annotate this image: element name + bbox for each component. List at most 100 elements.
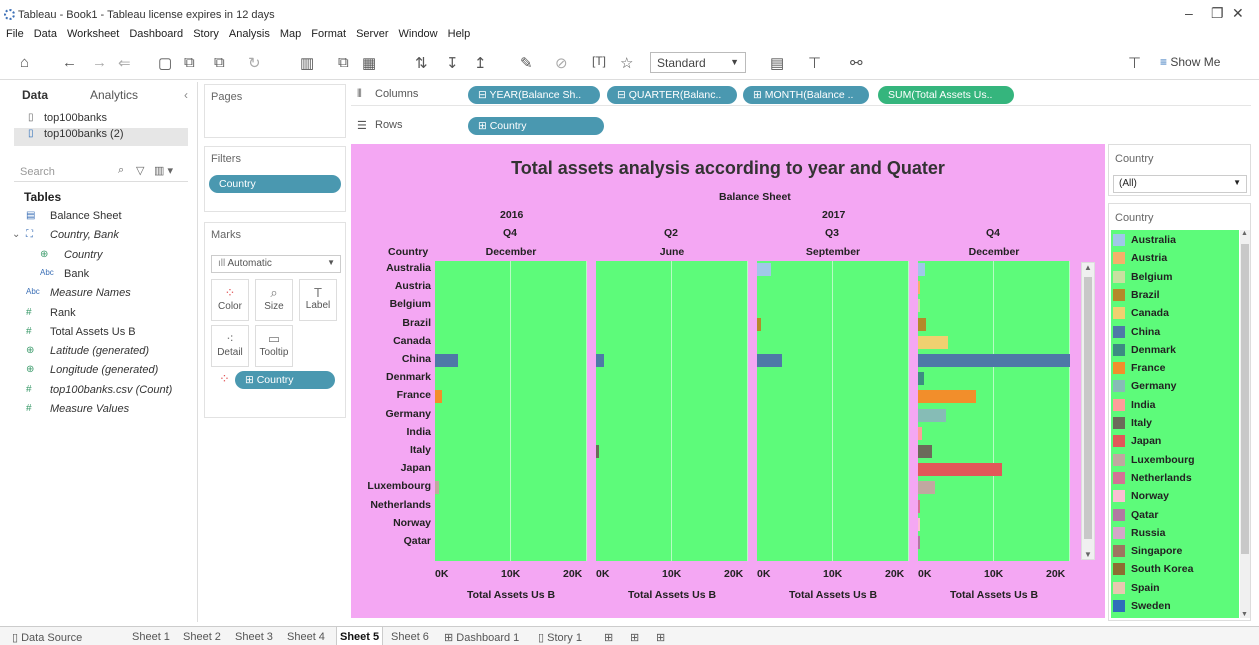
filters-shelf[interactable]: Filters Country	[204, 146, 346, 212]
bar-mark[interactable]	[918, 281, 921, 295]
refresh-icon[interactable]: ↻	[248, 54, 261, 72]
field-item[interactable]: ⊕ Latitude (generated)	[0, 345, 198, 363]
share-icon[interactable]: ⚯	[850, 54, 863, 72]
viz-scrollbar[interactable]: ▲ ▼	[1081, 262, 1095, 560]
bar-mark[interactable]	[596, 354, 604, 367]
field-item[interactable]: # top100banks.csv (Count)	[0, 384, 198, 402]
tooltip-icon[interactable]: ⊤	[1128, 54, 1141, 72]
bar-mark[interactable]	[918, 499, 921, 513]
new-worksheet-icon[interactable]: ▥	[300, 54, 314, 72]
tab-analytics[interactable]: Analytics	[90, 88, 138, 102]
menu-format[interactable]: Format	[311, 28, 346, 40]
menu-dashboard[interactable]: Dashboard	[129, 28, 183, 40]
save-icon[interactable]: ▢	[158, 54, 172, 72]
menu-analysis[interactable]: Analysis	[229, 28, 270, 40]
bar-mark[interactable]	[435, 390, 442, 404]
bar-mark[interactable]	[918, 299, 921, 313]
datasource-item-selected[interactable]: ▯ top100banks (2)	[14, 128, 188, 146]
bar-mark[interactable]	[757, 317, 761, 331]
label-button[interactable]: T Label	[299, 279, 337, 321]
bar-mark[interactable]	[918, 408, 947, 422]
bar-mark[interactable]	[918, 354, 1070, 367]
labels-icon[interactable]: [T]	[592, 54, 606, 68]
field-item[interactable]: # Total Assets Us B	[0, 326, 198, 344]
scroll-up-icon[interactable]: ▲	[1241, 230, 1248, 237]
chevron-down-icon[interactable]: ⌄	[12, 229, 20, 240]
sort-ascending-icon[interactable]: ↧	[446, 54, 459, 72]
field-item[interactable]: Abc Bank	[0, 268, 198, 286]
field-item[interactable]: ⊕ Country	[0, 249, 198, 267]
sheet-tab[interactable]: Sheet 3	[235, 631, 273, 643]
column-pill-sum-total-assets[interactable]: SUM(Total Assets Us..	[878, 86, 1014, 104]
bar-mark[interactable]	[918, 317, 927, 331]
sheet-tab[interactable]: Sheet 4	[287, 631, 325, 643]
filter-pill-country[interactable]: Country	[209, 175, 341, 193]
minimize-icon[interactable]: –	[1185, 5, 1193, 21]
sheet-tab[interactable]: ▯ Story 1	[538, 631, 582, 644]
sort-descending-icon[interactable]: ↥	[474, 54, 487, 72]
sheet-tab[interactable]: ⊞ Dashboard 1	[444, 631, 519, 644]
search-icon[interactable]: ⌕	[118, 164, 124, 177]
search-input[interactable]: Search	[20, 166, 55, 178]
bar-mark[interactable]	[918, 335, 949, 349]
menu-worksheet[interactable]: Worksheet	[67, 28, 119, 40]
fix-axes-icon[interactable]: ☆	[620, 54, 633, 72]
bar-mark[interactable]	[918, 390, 976, 404]
new-worksheet-icon[interactable]: ⊞	[604, 631, 613, 644]
clear-sheet-icon[interactable]: ▦	[362, 54, 376, 72]
fit-select[interactable]: Standard ▼	[650, 52, 746, 73]
field-item[interactable]: # Measure Values	[0, 403, 198, 421]
show-me-button[interactable]: ≡ Show Me	[1160, 55, 1220, 69]
scroll-down-icon[interactable]: ▼	[1084, 550, 1092, 559]
tab-data-source[interactable]: ▯ Data Source	[12, 631, 82, 644]
row-pill-country[interactable]: ⊞ Country	[468, 117, 604, 135]
menu-server[interactable]: Server	[356, 28, 388, 40]
rows-shelf[interactable]: ☰ Rows ⊞ Country	[351, 115, 1251, 137]
highlight-icon[interactable]: ✎	[520, 54, 533, 72]
column-pill-quarter[interactable]: ⊟ QUARTER(Balanc..	[607, 86, 737, 104]
bar-mark[interactable]	[435, 481, 439, 495]
bar-mark[interactable]	[757, 263, 771, 276]
bar-mark[interactable]	[918, 463, 1003, 477]
duplicate-icon[interactable]: ⧉	[338, 54, 349, 71]
menu-window[interactable]: Window	[399, 28, 438, 40]
pages-shelf[interactable]: Pages	[204, 84, 346, 138]
scroll-down-icon[interactable]: ▼	[1241, 611, 1248, 618]
bar-mark[interactable]	[596, 445, 600, 458]
new-story-icon[interactable]: ⊞	[656, 631, 665, 644]
color-button[interactable]: ⁘ Color	[211, 279, 249, 321]
sheet-tab[interactable]: Sheet 5	[336, 627, 384, 645]
bar-mark[interactable]	[918, 536, 921, 549]
detail-button[interactable]: ⁖ Detail	[211, 325, 249, 367]
bar-mark[interactable]	[757, 354, 783, 367]
new-dashboard-icon[interactable]: ⊞	[630, 631, 639, 644]
restore-icon[interactable]: ❐	[1211, 5, 1224, 22]
field-item[interactable]: ▤ Balance Sheet	[0, 210, 198, 228]
columns-shelf[interactable]: ⦀ Columns ⊟ YEAR(Balance Sh.. ⊟ QUARTER(…	[351, 84, 1251, 106]
sheet-tab[interactable]: Sheet 6	[391, 631, 429, 643]
bar-mark[interactable]	[918, 445, 932, 458]
mark-type-select[interactable]: ıll Automatic ▼	[211, 255, 341, 273]
field-item[interactable]: ⛶ Country, Bank ⌄	[0, 229, 198, 247]
collapse-icon[interactable]: ‹	[184, 88, 188, 102]
forward-arrow-icon[interactable]: →	[92, 54, 107, 71]
menu-help[interactable]: Help	[448, 28, 471, 40]
field-item[interactable]: Abc Measure Names	[0, 287, 198, 305]
bar-mark[interactable]	[435, 354, 458, 367]
show-cards-icon[interactable]: ▤	[770, 54, 784, 72]
back-arrow-icon[interactable]: ←	[62, 54, 77, 71]
bar-mark[interactable]	[918, 372, 925, 386]
size-button[interactable]: ⌕ Size	[255, 279, 293, 321]
group-icon[interactable]: ⊘	[555, 54, 568, 72]
column-pill-year[interactable]: ⊟ YEAR(Balance Sh..	[468, 86, 600, 104]
country-filter-select[interactable]: (All) ▼	[1113, 175, 1247, 193]
menu-map[interactable]: Map	[280, 28, 301, 40]
close-icon[interactable]: ✕	[1232, 5, 1244, 22]
field-item[interactable]: # Rank	[0, 307, 198, 325]
presentation-icon[interactable]: ⊤	[808, 54, 821, 72]
bar-mark[interactable]	[918, 517, 921, 531]
field-item[interactable]: ⊕ Longitude (generated)	[0, 364, 198, 382]
filter-icon[interactable]: ▽	[136, 164, 144, 177]
scroll-up-icon[interactable]: ▲	[1084, 263, 1092, 272]
sheet-tab[interactable]: Sheet 2	[183, 631, 221, 643]
